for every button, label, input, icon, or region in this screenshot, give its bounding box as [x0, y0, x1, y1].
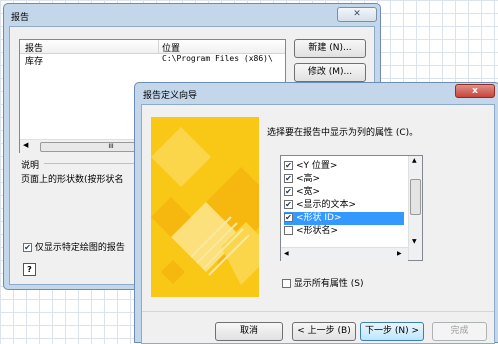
description-text: 页面上的形状数(按形状名	[21, 175, 124, 185]
property-list-item[interactable]: ✔ <宽>	[284, 186, 404, 199]
list-header: 报告 位置	[20, 40, 285, 54]
wizard-prompt: 选择要在报告中显示为列的属性 (C)。	[267, 128, 419, 138]
show-all-checkbox[interactable]	[282, 279, 291, 288]
row-name: 库存	[25, 57, 44, 67]
column-header-location[interactable]: 位置	[162, 41, 180, 54]
filter-checkbox-label: 仅显示特定绘图的报告	[34, 243, 125, 253]
property-checkbox[interactable]: ✔	[284, 200, 293, 209]
modify-report-button[interactable]: 修改 (M)...	[294, 63, 366, 82]
property-label: <高>	[296, 174, 321, 184]
scroll-left-icon[interactable]: ◀	[284, 250, 289, 257]
column-divider	[158, 40, 159, 53]
property-list-item[interactable]: <形状名>	[284, 225, 404, 238]
property-checkbox[interactable]: ✔	[284, 187, 293, 196]
close-icon: x	[472, 86, 478, 96]
property-label: <显示的文本>	[296, 200, 357, 210]
property-list[interactable]: ✔ <Y 位置> ✔ <高> ✔ <宽> ✔ <显示的文本> ✔ <形状 ID> <形状名> ▲ ▼…	[280, 155, 423, 261]
property-checkbox[interactable]: ✔	[284, 174, 293, 183]
close-button[interactable]: ✕	[337, 7, 377, 22]
banner-pattern	[151, 117, 259, 297]
property-label: <宽>	[296, 187, 321, 197]
column-header-report[interactable]: 报告	[25, 41, 43, 54]
filter-checkbox-row[interactable]: ✔ 仅显示特定绘图的报告	[23, 240, 125, 253]
scroll-right-icon[interactable]: ▶	[397, 250, 402, 257]
property-list-item[interactable]: ✔ <高>	[284, 173, 404, 186]
close-icon: ✕	[353, 9, 361, 19]
wizard-window: 报告定义向导 x 选择要在报告中显示为列的属性 (C)。 ✔ <Y 位置> ✔ …	[134, 82, 498, 344]
scroll-up-icon[interactable]: ▲	[412, 157, 417, 164]
wizard-close-button[interactable]: x	[455, 84, 495, 98]
property-label: <Y 位置>	[296, 161, 338, 171]
property-list-item[interactable]: ✔ <Y 位置>	[284, 160, 404, 173]
button-separator	[142, 311, 494, 312]
back-button[interactable]: < 上一步 (B)	[292, 322, 356, 341]
show-all-label: 显示所有属性 (S)	[293, 279, 364, 289]
filter-checkbox[interactable]: ✔	[23, 243, 32, 252]
scroll-thumb[interactable]	[410, 179, 421, 215]
scroll-down-icon[interactable]: ▼	[412, 238, 417, 245]
property-list-item[interactable]: ✔ <形状 ID>	[284, 212, 404, 225]
property-label: <形状名>	[296, 226, 339, 236]
row-location: C:\Program Files (x86)\	[162, 54, 273, 63]
wizard-title: 报告定义向导	[143, 91, 198, 101]
wizard-banner-image	[151, 117, 259, 297]
show-all-row[interactable]: 显示所有属性 (S)	[282, 276, 363, 289]
property-label: <形状 ID>	[296, 213, 342, 223]
property-checkbox[interactable]: ✔	[284, 213, 293, 222]
property-checkbox[interactable]	[284, 226, 293, 235]
help-button[interactable]: ?	[23, 263, 36, 276]
property-list-scrollbar[interactable]: ▲ ▼	[408, 156, 422, 260]
wizard-client: 选择要在报告中显示为列的属性 (C)。 ✔ <Y 位置> ✔ <高> ✔ <宽> ✔ <显示的…	[141, 104, 495, 344]
finish-button[interactable]: 完成	[432, 322, 487, 341]
next-button[interactable]: 下一步 (N) >	[360, 322, 424, 341]
description-label: 说明	[21, 161, 40, 171]
scroll-left-icon[interactable]: ◀	[23, 141, 28, 149]
property-checkbox[interactable]: ✔	[284, 161, 293, 170]
cancel-button[interactable]: 取消	[215, 322, 283, 341]
report-window-title: 报告	[11, 13, 30, 23]
table-row[interactable]: 库存 C:\Program Files (x86)\	[20, 54, 285, 67]
property-list-hscrollbar[interactable]: ◀ ▶	[281, 247, 408, 261]
new-report-button[interactable]: 新建 (N)...	[294, 39, 366, 58]
help-icon: ?	[27, 265, 32, 274]
property-list-item[interactable]: ✔ <显示的文本>	[284, 199, 404, 212]
